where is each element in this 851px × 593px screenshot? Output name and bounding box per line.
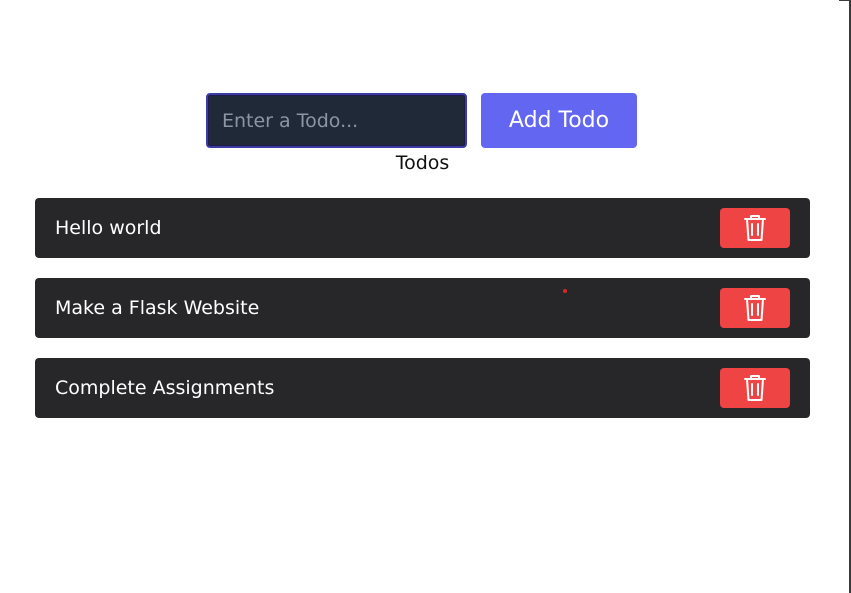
window-edge-top [839,0,849,1]
delete-todo-button[interactable] [720,368,790,408]
todo-item: Make a Flask Website [35,278,810,338]
todo-item: Complete Assignments [35,358,810,418]
trash-icon [743,294,767,322]
add-todo-button[interactable]: Add Todo [481,93,637,148]
todo-text: Complete Assignments [55,377,275,399]
todo-app-page: Add Todo Todos Hello world Make a Flask … [0,0,851,593]
todo-input[interactable] [206,93,467,148]
trash-icon [743,214,767,242]
todo-text: Hello world [55,217,162,239]
delete-todo-button[interactable] [720,208,790,248]
todo-text: Make a Flask Website [55,297,260,319]
delete-todo-button[interactable] [720,288,790,328]
cursor-dot [563,289,567,293]
todo-item: Hello world [35,198,810,258]
trash-icon [743,374,767,402]
todos-heading: Todos [395,152,450,174]
add-todo-form: Add Todo [206,93,637,148]
todo-list: Hello world Make a Flask Website Complet… [35,198,810,438]
